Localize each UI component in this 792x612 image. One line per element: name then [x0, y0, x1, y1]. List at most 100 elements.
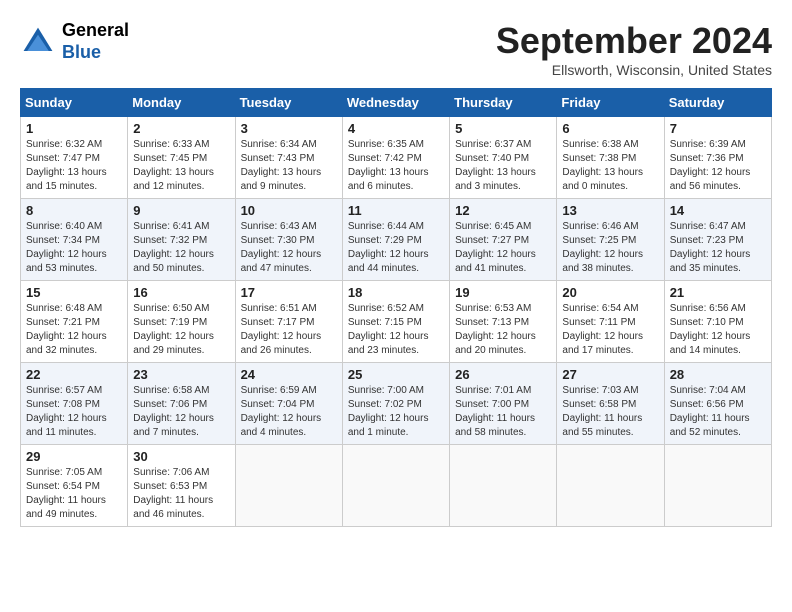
calendar-cell: 11 Sunrise: 6:44 AM Sunset: 7:29 PM Dayli…: [342, 199, 449, 281]
calendar-cell: 6Sunrise: 6:38 AM Sunset: 7:38 PM Daylig…: [557, 117, 664, 199]
day-info: Sunrise: 7:05 AM Sunset: 6:54 PM Dayligh…: [26, 466, 122, 522]
calendar-week-5: 29 Sunrise: 7:05 AM Sunset: 6:54 PM Dayli…: [21, 445, 772, 527]
day-info: Sunrise: 6:34 AM Sunset: 7:43 PM Dayligh…: [241, 138, 337, 194]
day-number: 22: [26, 367, 122, 382]
day-number: 19: [455, 285, 551, 300]
day-info: Sunrise: 7:01 AM Sunset: 7:00 PM Dayligh…: [455, 384, 551, 440]
calendar-cell: 20 Sunrise: 6:54 AM Sunset: 7:11 PM Dayli…: [557, 281, 664, 363]
calendar-cell: [557, 445, 664, 527]
day-info: Sunrise: 6:45 AM Sunset: 7:27 PM Dayligh…: [455, 220, 551, 276]
day-info: Sunrise: 6:56 AM Sunset: 7:10 PM Dayligh…: [670, 302, 766, 358]
calendar-cell: 4Sunrise: 6:35 AM Sunset: 7:42 PM Daylig…: [342, 117, 449, 199]
calendar-cell: 27 Sunrise: 7:03 AM Sunset: 6:58 PM Dayli…: [557, 363, 664, 445]
calendar-cell: 25Sunrise: 7:00 AM Sunset: 7:02 PM Dayli…: [342, 363, 449, 445]
day-number: 1: [26, 121, 122, 136]
day-info: Sunrise: 6:58 AM Sunset: 7:06 PM Dayligh…: [133, 384, 229, 440]
day-number: 28: [670, 367, 766, 382]
calendar-week-1: 1 Sunrise: 6:32 AM Sunset: 7:47 PM Daylig…: [21, 117, 772, 199]
day-number: 9: [133, 203, 229, 218]
day-number: 7: [670, 121, 766, 136]
day-number: 11: [348, 203, 444, 218]
weekday-header-thursday: Thursday: [450, 89, 557, 117]
day-number: 15: [26, 285, 122, 300]
day-number: 5: [455, 121, 551, 136]
day-info: Sunrise: 6:46 AM Sunset: 7:25 PM Dayligh…: [562, 220, 658, 276]
logo: General Blue: [20, 20, 129, 63]
calendar-cell: 26 Sunrise: 7:01 AM Sunset: 7:00 PM Dayli…: [450, 363, 557, 445]
calendar-cell: 9 Sunrise: 6:41 AM Sunset: 7:32 PM Daylig…: [128, 199, 235, 281]
day-info: Sunrise: 6:33 AM Sunset: 7:45 PM Dayligh…: [133, 138, 229, 194]
weekday-header-friday: Friday: [557, 89, 664, 117]
day-number: 23: [133, 367, 229, 382]
calendar-cell: 3 Sunrise: 6:34 AM Sunset: 7:43 PM Daylig…: [235, 117, 342, 199]
day-number: 10: [241, 203, 337, 218]
day-info: Sunrise: 6:41 AM Sunset: 7:32 PM Dayligh…: [133, 220, 229, 276]
day-info: Sunrise: 6:47 AM Sunset: 7:23 PM Dayligh…: [670, 220, 766, 276]
calendar-week-3: 15 Sunrise: 6:48 AM Sunset: 7:21 PM Dayli…: [21, 281, 772, 363]
day-info: Sunrise: 6:54 AM Sunset: 7:11 PM Dayligh…: [562, 302, 658, 358]
calendar-cell: 22 Sunrise: 6:57 AM Sunset: 7:08 PM Dayli…: [21, 363, 128, 445]
calendar-cell: 17Sunrise: 6:51 AM Sunset: 7:17 PM Dayli…: [235, 281, 342, 363]
day-info: Sunrise: 6:57 AM Sunset: 7:08 PM Dayligh…: [26, 384, 122, 440]
title-block: September 2024 Ellsworth, Wisconsin, Uni…: [496, 20, 772, 78]
day-number: 20: [562, 285, 658, 300]
calendar-cell: 12 Sunrise: 6:45 AM Sunset: 7:27 PM Dayli…: [450, 199, 557, 281]
weekday-header-saturday: Saturday: [664, 89, 771, 117]
calendar-cell: 24 Sunrise: 6:59 AM Sunset: 7:04 PM Dayli…: [235, 363, 342, 445]
day-info: Sunrise: 6:35 AM Sunset: 7:42 PM Dayligh…: [348, 138, 444, 194]
day-number: 25: [348, 367, 444, 382]
day-info: Sunrise: 6:48 AM Sunset: 7:21 PM Dayligh…: [26, 302, 122, 358]
calendar-cell: 8 Sunrise: 6:40 AM Sunset: 7:34 PM Daylig…: [21, 199, 128, 281]
day-info: Sunrise: 7:06 AM Sunset: 6:53 PM Dayligh…: [133, 466, 229, 522]
day-number: 29: [26, 449, 122, 464]
calendar-title: September 2024: [496, 20, 772, 62]
calendar-week-2: 8 Sunrise: 6:40 AM Sunset: 7:34 PM Daylig…: [21, 199, 772, 281]
day-info: Sunrise: 6:59 AM Sunset: 7:04 PM Dayligh…: [241, 384, 337, 440]
day-number: 2: [133, 121, 229, 136]
day-number: 6: [562, 121, 658, 136]
calendar-cell: 7 Sunrise: 6:39 AM Sunset: 7:36 PM Daylig…: [664, 117, 771, 199]
weekday-header-tuesday: Tuesday: [235, 89, 342, 117]
calendar-cell: 29 Sunrise: 7:05 AM Sunset: 6:54 PM Dayli…: [21, 445, 128, 527]
calendar-cell: [664, 445, 771, 527]
day-number: 27: [562, 367, 658, 382]
calendar-cell: 10Sunrise: 6:43 AM Sunset: 7:30 PM Dayli…: [235, 199, 342, 281]
calendar-cell: 30 Sunrise: 7:06 AM Sunset: 6:53 PM Dayli…: [128, 445, 235, 527]
weekday-header-row: SundayMondayTuesdayWednesdayThursdayFrid…: [21, 89, 772, 117]
calendar-week-4: 22 Sunrise: 6:57 AM Sunset: 7:08 PM Dayli…: [21, 363, 772, 445]
calendar-cell: 28Sunrise: 7:04 AM Sunset: 6:56 PM Dayli…: [664, 363, 771, 445]
calendar-cell: 16Sunrise: 6:50 AM Sunset: 7:19 PM Dayli…: [128, 281, 235, 363]
day-number: 12: [455, 203, 551, 218]
calendar-cell: 5Sunrise: 6:37 AM Sunset: 7:40 PM Daylig…: [450, 117, 557, 199]
day-number: 3: [241, 121, 337, 136]
calendar-cell: [235, 445, 342, 527]
day-number: 18: [348, 285, 444, 300]
page-header: General Blue September 2024 Ellsworth, W…: [20, 20, 772, 78]
day-info: Sunrise: 6:53 AM Sunset: 7:13 PM Dayligh…: [455, 302, 551, 358]
day-number: 8: [26, 203, 122, 218]
day-number: 30: [133, 449, 229, 464]
calendar-cell: [450, 445, 557, 527]
calendar-cell: 23 Sunrise: 6:58 AM Sunset: 7:06 PM Dayli…: [128, 363, 235, 445]
day-info: Sunrise: 7:03 AM Sunset: 6:58 PM Dayligh…: [562, 384, 658, 440]
day-number: 17: [241, 285, 337, 300]
day-info: Sunrise: 6:50 AM Sunset: 7:19 PM Dayligh…: [133, 302, 229, 358]
day-info: Sunrise: 6:44 AM Sunset: 7:29 PM Dayligh…: [348, 220, 444, 276]
day-number: 24: [241, 367, 337, 382]
calendar-cell: 18 Sunrise: 6:52 AM Sunset: 7:15 PM Dayli…: [342, 281, 449, 363]
weekday-header-monday: Monday: [128, 89, 235, 117]
day-number: 26: [455, 367, 551, 382]
calendar-cell: [342, 445, 449, 527]
calendar-cell: 14Sunrise: 6:47 AM Sunset: 7:23 PM Dayli…: [664, 199, 771, 281]
calendar-cell: 19 Sunrise: 6:53 AM Sunset: 7:13 PM Dayli…: [450, 281, 557, 363]
day-info: Sunrise: 6:40 AM Sunset: 7:34 PM Dayligh…: [26, 220, 122, 276]
day-number: 13: [562, 203, 658, 218]
day-number: 21: [670, 285, 766, 300]
day-info: Sunrise: 6:39 AM Sunset: 7:36 PM Dayligh…: [670, 138, 766, 194]
calendar-cell: 21 Sunrise: 6:56 AM Sunset: 7:10 PM Dayli…: [664, 281, 771, 363]
calendar-cell: 15 Sunrise: 6:48 AM Sunset: 7:21 PM Dayli…: [21, 281, 128, 363]
calendar-table: SundayMondayTuesdayWednesdayThursdayFrid…: [20, 88, 772, 527]
day-info: Sunrise: 6:32 AM Sunset: 7:47 PM Dayligh…: [26, 138, 122, 194]
day-info: Sunrise: 6:52 AM Sunset: 7:15 PM Dayligh…: [348, 302, 444, 358]
calendar-cell: 1 Sunrise: 6:32 AM Sunset: 7:47 PM Daylig…: [21, 117, 128, 199]
